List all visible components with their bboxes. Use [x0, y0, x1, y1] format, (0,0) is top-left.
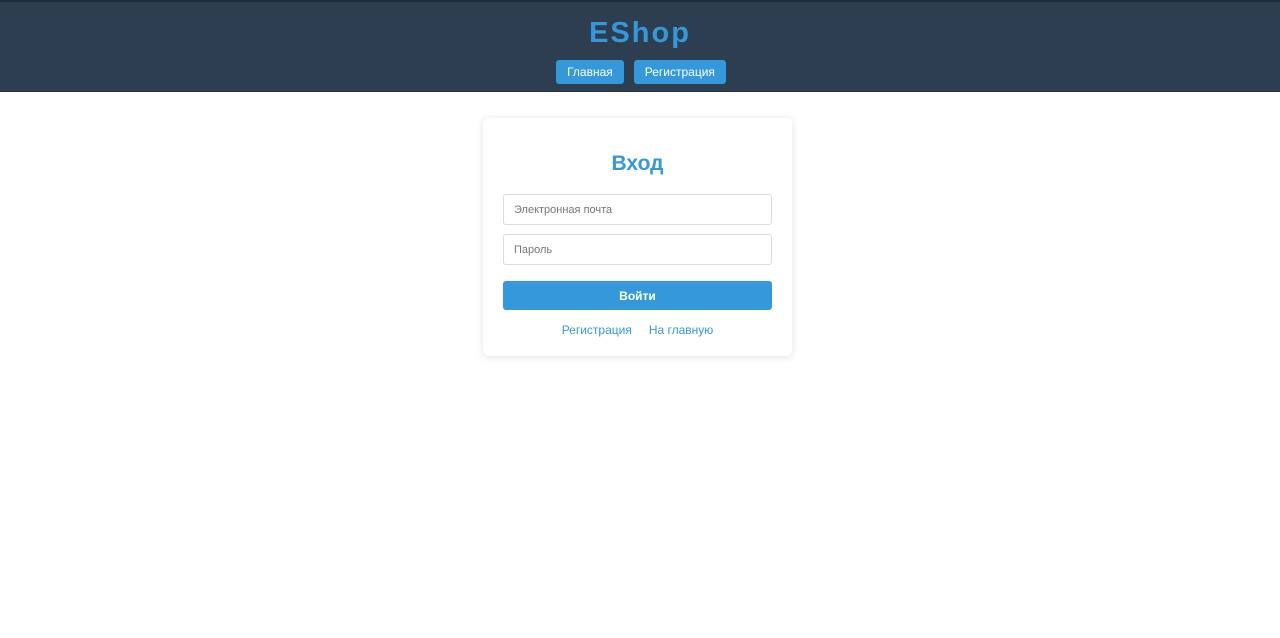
register-link[interactable]: Регистрация	[562, 323, 632, 337]
main-nav: Главная Регистрация	[0, 60, 1280, 84]
login-card: Вход Войти Регистрация На главную	[483, 118, 792, 356]
login-links: Регистрация На главную	[483, 323, 792, 337]
email-input[interactable]	[503, 194, 772, 225]
login-title: Вход	[611, 152, 664, 175]
nav-home-button[interactable]: Главная	[556, 60, 624, 84]
password-input[interactable]	[503, 234, 772, 265]
home-link[interactable]: На главную	[649, 323, 713, 337]
site-header: EShop Главная Регистрация	[0, 0, 1280, 92]
login-submit-button[interactable]: Войти	[503, 281, 772, 310]
nav-register-button[interactable]: Регистрация	[633, 60, 726, 84]
site-logo[interactable]: EShop	[0, 16, 1280, 50]
